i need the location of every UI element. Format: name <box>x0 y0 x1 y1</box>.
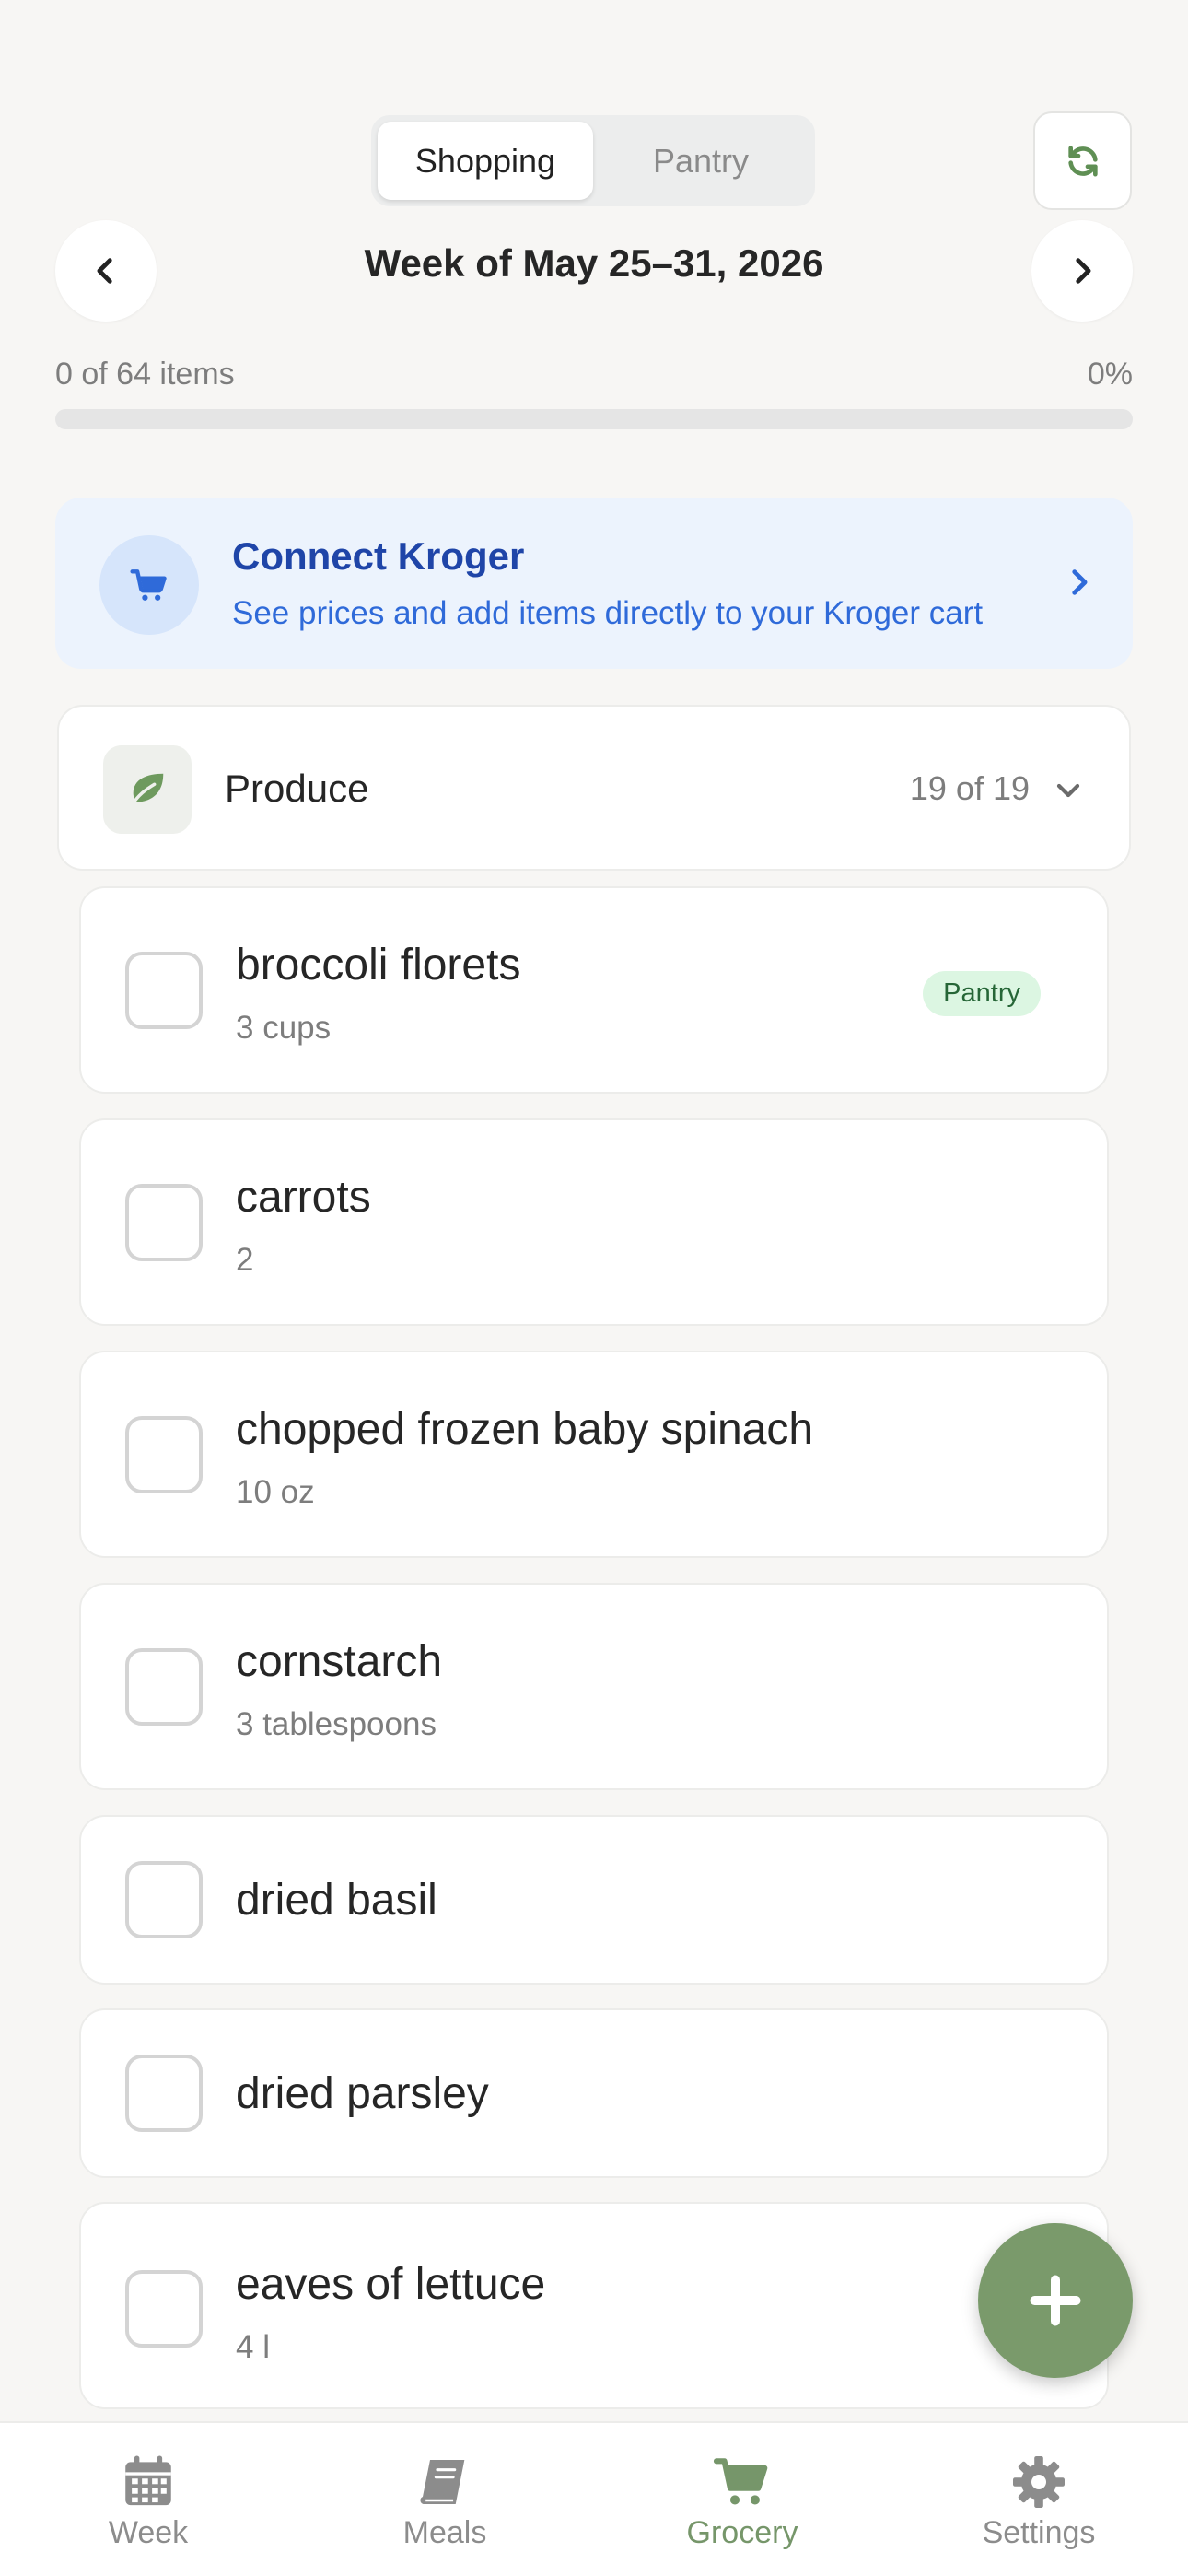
calendar-icon <box>125 2455 171 2506</box>
progress-label: 0 of 64 items <box>55 357 235 392</box>
item-name: dried basil <box>236 1876 437 1925</box>
item-name: cornstarch <box>236 1637 443 1686</box>
tab-label: Week <box>108 2515 189 2550</box>
item-name: eaves of lettuce <box>236 2260 546 2309</box>
next-week-button[interactable] <box>1031 220 1133 322</box>
item-checkbox[interactable] <box>125 1416 203 1493</box>
tab-shopping[interactable]: Shopping <box>378 122 593 200</box>
connect-kroger-banner[interactable]: Connect Kroger See prices and add items … <box>55 498 1133 669</box>
tab-meals[interactable]: Meals <box>344 2451 546 2551</box>
item-checkbox[interactable] <box>125 1861 203 1938</box>
tab-pantry[interactable]: Pantry <box>593 122 809 200</box>
list-item[interactable]: broccoli florets 3 cups Pantry <box>79 886 1109 1094</box>
item-name: broccoli florets <box>236 941 521 989</box>
item-checkbox[interactable] <box>125 2055 203 2132</box>
item-name: chopped frozen baby spinach <box>236 1405 814 1454</box>
progress-bar <box>55 409 1133 429</box>
list-item[interactable]: chopped frozen baby spinach 10 oz <box>79 1351 1109 1558</box>
plus-icon <box>1030 2275 1081 2326</box>
tab-label: Meals <box>402 2515 487 2550</box>
item-quantity: 4 l <box>236 2329 270 2365</box>
item-quantity: 10 oz <box>236 1474 315 1510</box>
item-name: dried parsley <box>236 2069 489 2118</box>
chevron-down-icon[interactable] <box>1052 777 1085 809</box>
grocery-screen: Shopping Pantry Week of May 25–31, 2026 … <box>0 0 1188 2576</box>
item-quantity: 2 <box>236 1242 254 1278</box>
refresh-button[interactable] <box>1033 111 1132 210</box>
week-title: Week of May 25–31, 2026 <box>364 241 824 285</box>
leaf-icon <box>103 745 192 834</box>
refresh-icon <box>1067 146 1098 177</box>
list-mode-toggle: Shopping Pantry <box>371 115 815 206</box>
item-checkbox[interactable] <box>125 1184 203 1261</box>
kroger-cart-badge <box>99 535 199 635</box>
item-quantity: 3 tablespoons <box>236 1706 437 1742</box>
list-item[interactable]: carrots 2 <box>79 1118 1109 1326</box>
category-name: Produce <box>225 767 369 810</box>
item-checkbox[interactable] <box>125 952 203 1029</box>
tab-grocery[interactable]: Grocery <box>641 2451 844 2551</box>
list-item[interactable]: eaves of lettuce 4 l <box>79 2202 1109 2409</box>
list-item[interactable]: dried basil <box>79 1815 1109 1985</box>
item-checkbox[interactable] <box>125 1648 203 1726</box>
tab-week[interactable]: Week <box>47 2451 250 2551</box>
tab-label: Settings <box>982 2515 1096 2550</box>
chevron-right-icon <box>1076 258 1091 284</box>
chevron-right-icon <box>1063 564 1094 605</box>
cart-icon <box>713 2458 768 2505</box>
item-quantity: 3 cups <box>236 1010 332 1046</box>
kroger-title: Connect Kroger <box>232 534 525 578</box>
book-icon <box>420 2460 465 2504</box>
add-item-button[interactable] <box>978 2223 1133 2378</box>
cart-icon <box>130 569 167 601</box>
list-item[interactable]: dried parsley <box>79 2008 1109 2178</box>
pantry-badge: Pantry <box>923 971 1041 1016</box>
item-name: carrots <box>236 1173 371 1222</box>
item-checkbox[interactable] <box>125 2270 203 2348</box>
kroger-subtitle: See prices and add items directly to you… <box>232 595 984 631</box>
bottom-tab-bar: Week Meals Grocery Settings <box>0 2421 1188 2576</box>
list-item[interactable]: cornstarch 3 tablespoons <box>79 1583 1109 1790</box>
gear-icon <box>1013 2456 1065 2508</box>
tab-label: Grocery <box>686 2515 798 2550</box>
progress-percent: 0% <box>1087 357 1133 392</box>
category-count: 19 of 19 <box>909 769 1030 807</box>
category-header-produce[interactable]: Produce 19 of 19 <box>57 705 1131 871</box>
tab-settings[interactable]: Settings <box>938 2451 1140 2551</box>
